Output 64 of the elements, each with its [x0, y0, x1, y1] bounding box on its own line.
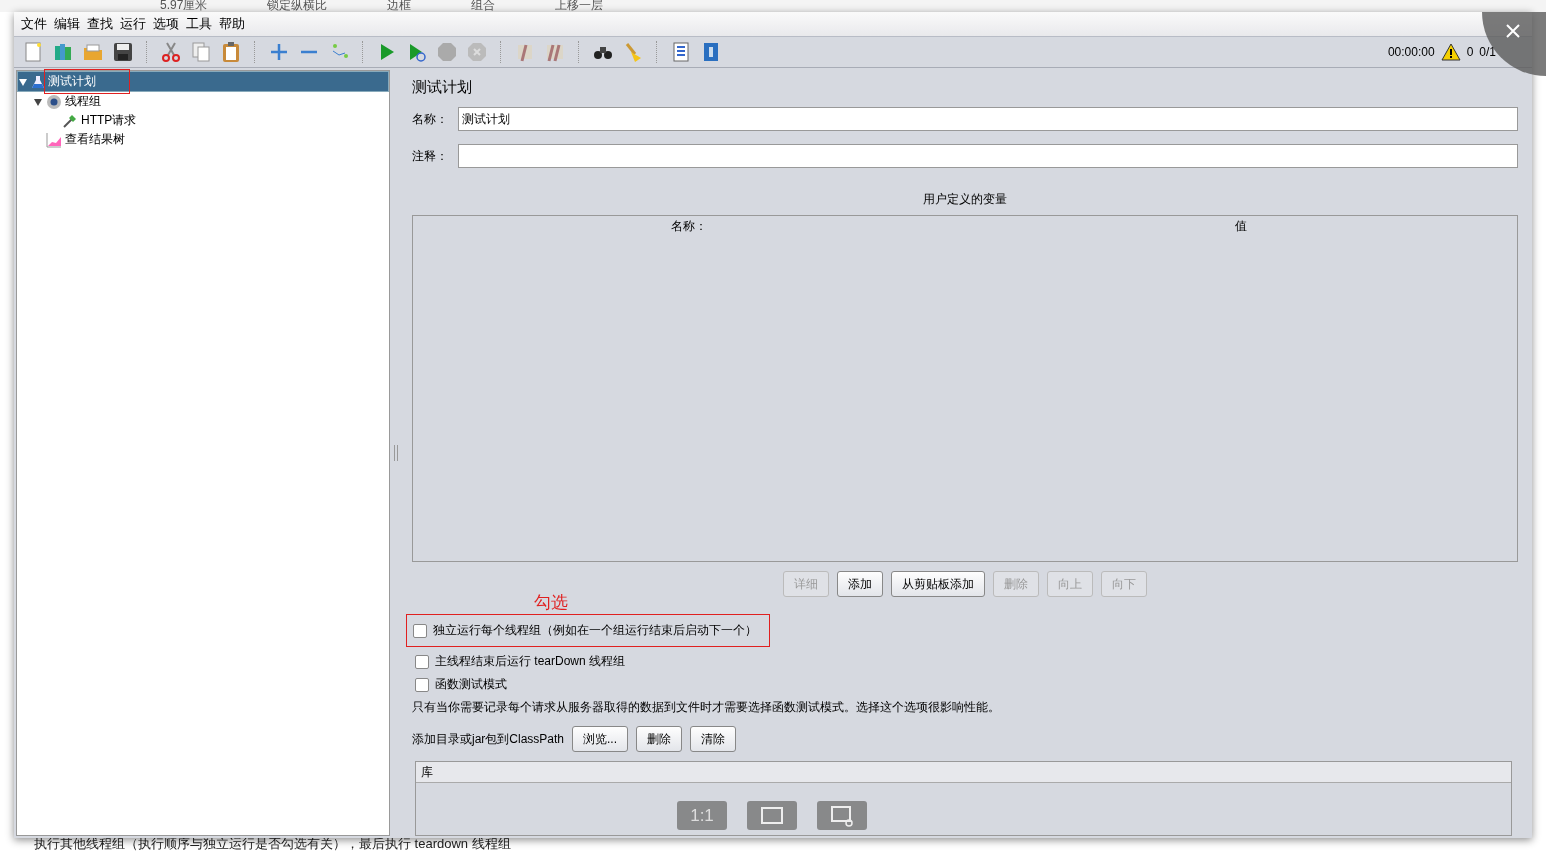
menu-item[interactable]: 帮助 — [219, 15, 245, 33]
background-toolbar-label: 边框 — [387, 0, 412, 12]
menu-item[interactable]: 运行 — [120, 15, 146, 33]
checkbox[interactable] — [415, 677, 429, 692]
classpath-label: 添加目录或jar包到ClassPath — [412, 730, 565, 748]
thread-count: 0/1 — [1479, 45, 1496, 59]
books-icon[interactable] — [52, 41, 74, 63]
annotation-text: 勾选 — [534, 593, 568, 613]
classpath-button[interactable]: 清除 — [690, 726, 737, 752]
crop-icon[interactable] — [817, 801, 867, 830]
background-toolbar-label: 组合 — [471, 0, 496, 12]
table-button[interactable]: 添加 — [837, 571, 883, 597]
warning-count: 0 — [1466, 45, 1474, 59]
tree-label: 查看结果树 — [65, 131, 125, 148]
list-icon[interactable] — [670, 41, 692, 63]
checkbox[interactable] — [415, 654, 429, 669]
classpath-button[interactable]: 浏览... — [572, 726, 629, 752]
clipboard-icon[interactable] — [220, 41, 242, 63]
new-file-icon[interactable] — [22, 41, 44, 63]
flask-icon — [31, 74, 45, 89]
tree-item[interactable]: HTTP请求 — [49, 111, 389, 130]
section-title: 用户定义的变量 — [922, 191, 1008, 208]
field-label: 名称： — [412, 110, 449, 128]
menu-item[interactable]: 文件 — [21, 15, 47, 33]
column-header: 库 — [416, 762, 1511, 783]
tree-item[interactable]: 查看结果树 — [33, 130, 389, 149]
column-header: 名称： — [670, 217, 708, 235]
help-text: 只有当你需要记录每个请求从服务器取得的数据到文件时才需要选择函数测试模式。选择这个选项很影响性能。 — [412, 699, 1001, 716]
classpath-button[interactable]: 删除 — [636, 726, 683, 752]
chart-icon — [46, 131, 62, 148]
tree-item[interactable]: 测试计划 — [17, 71, 389, 92]
checkbox-label: 独立运行每个线程组（例如在一个组运行结束后启动下一个） — [433, 622, 757, 639]
menu-item[interactable]: 查找 — [87, 15, 113, 33]
copy-icon[interactable] — [190, 41, 212, 63]
menu-item[interactable]: 工具 — [186, 15, 212, 33]
elapsed-time: 00:00:00 — [1387, 45, 1435, 59]
warning-icon — [1440, 43, 1461, 61]
column-header: 值 — [1234, 217, 1248, 235]
save-icon[interactable] — [112, 41, 134, 63]
panel-title: 测试计划 — [412, 78, 473, 97]
input-field[interactable] — [458, 144, 1518, 168]
pipette-icon — [62, 112, 78, 129]
background-text: 执行其他线程组（执行顺序与独立运行是否勾选有关），最后执行 teardown 线程组 — [34, 837, 511, 851]
scissors-icon[interactable] — [160, 41, 182, 63]
checkbox-label: 函数测试模式 — [435, 676, 507, 693]
expanded-arrow-icon[interactable] — [18, 76, 28, 87]
menu-item[interactable]: 选项 — [153, 15, 179, 33]
field-label: 注释： — [412, 147, 449, 165]
table-button[interactable]: 从剪贴板添加 — [891, 571, 985, 597]
menu-item[interactable]: 编辑 — [54, 15, 80, 33]
close-icon[interactable] — [1505, 23, 1521, 39]
tree-label: HTTP请求 — [81, 112, 137, 129]
tree-label: 线程组 — [65, 93, 101, 110]
tree-item[interactable]: 线程组 — [33, 92, 389, 111]
checkbox-label: 主线程结束后运行 tearDown 线程组 — [435, 653, 626, 670]
gear-icon — [46, 93, 62, 110]
plus-icon[interactable] — [268, 41, 290, 63]
open-folder-icon[interactable] — [82, 41, 104, 63]
background-toolbar-label: 5.97厘米 — [160, 0, 208, 12]
checkbox[interactable] — [413, 623, 427, 638]
expanded-arrow-icon[interactable] — [33, 96, 43, 107]
stop-icon[interactable] — [436, 41, 458, 63]
fit-screen-icon[interactable] — [747, 801, 797, 830]
input-field[interactable]: 测试计划 — [458, 107, 1518, 131]
